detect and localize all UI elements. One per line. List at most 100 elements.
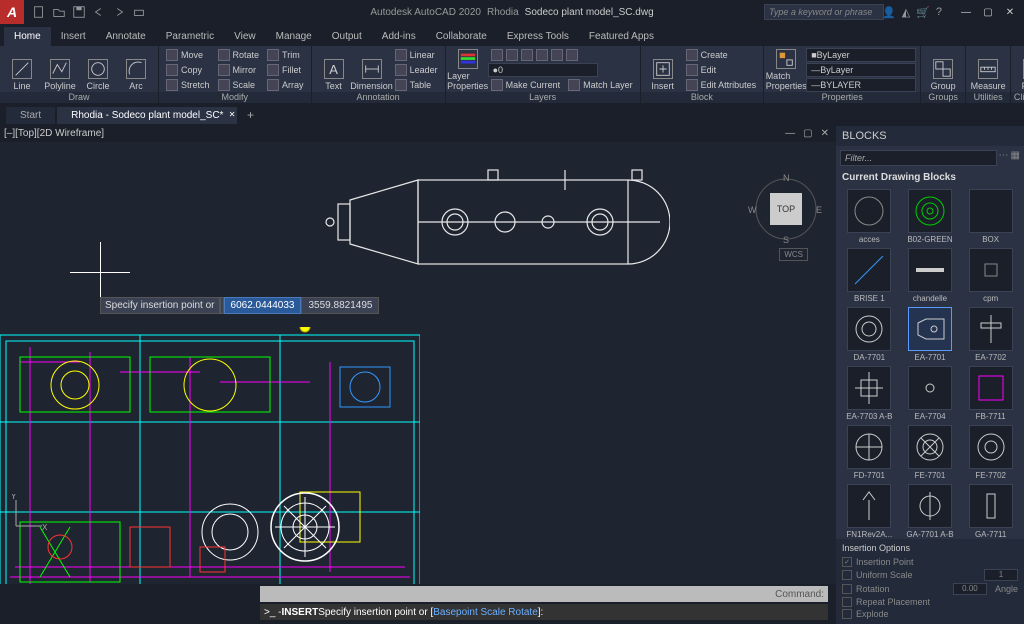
signin-icon[interactable]: 👤 xyxy=(882,6,896,19)
polyline-button[interactable]: Polyline xyxy=(42,49,78,91)
close-icon[interactable]: ✕ xyxy=(229,110,236,119)
dynamic-input-x[interactable]: 6062.0444033 xyxy=(224,297,302,314)
tab-output[interactable]: Output xyxy=(322,27,372,46)
autodesk-icon[interactable]: ◭ xyxy=(902,6,910,19)
print-icon[interactable] xyxy=(132,5,146,19)
maximize-button[interactable]: ▢ xyxy=(978,4,998,20)
tab-expresstools[interactable]: Express Tools xyxy=(497,27,579,46)
block-item[interactable]: EA-7704 xyxy=(901,366,960,421)
option-value[interactable]: 0.00 xyxy=(953,583,987,595)
make-current-button[interactable]: Make Current xyxy=(488,78,564,92)
color-dropdown[interactable]: ■ ByLayer xyxy=(806,48,916,62)
checkbox-icon[interactable]: ✓ xyxy=(842,557,852,567)
file-tab-start[interactable]: Start xyxy=(6,107,55,124)
checkbox-icon[interactable] xyxy=(842,584,852,594)
move-button[interactable]: Move xyxy=(163,48,213,62)
block-item[interactable]: FB-7711 xyxy=(961,366,1020,421)
block-item[interactable]: BRISE 1 xyxy=(840,248,899,303)
help-icon[interactable]: ? xyxy=(936,6,942,18)
circle-button[interactable]: Circle xyxy=(80,49,116,91)
layer-properties-button[interactable]: Layer Properties xyxy=(450,49,486,91)
option-row[interactable]: Explode xyxy=(842,608,1018,620)
option-row[interactable]: Rotation0.00Angle xyxy=(842,582,1018,596)
fillet-button[interactable]: Fillet xyxy=(264,63,307,77)
filter-options-icon[interactable]: ⋯ xyxy=(999,150,1009,166)
vp-min-icon[interactable]: — xyxy=(782,128,798,139)
edit-button[interactable]: Edit xyxy=(683,63,760,77)
block-item[interactable]: GA-7711 xyxy=(961,484,1020,539)
layer-icons-row[interactable] xyxy=(488,48,636,62)
paste-button[interactable]: Paste xyxy=(1015,49,1024,91)
block-item[interactable]: FN1Rev2A... xyxy=(840,484,899,539)
leader-button[interactable]: Leader xyxy=(392,63,441,77)
array-button[interactable]: Array xyxy=(264,78,307,92)
stretch-button[interactable]: Stretch xyxy=(163,78,213,92)
file-tab-document[interactable]: Rhodia - Sodeco plant model_SC*✕ xyxy=(57,107,237,124)
dynamic-input-y[interactable]: 3559.8821495 xyxy=(301,297,379,314)
tab-view[interactable]: View xyxy=(224,27,266,46)
tab-manage[interactable]: Manage xyxy=(266,27,322,46)
ucs-icon[interactable]: Y X xyxy=(8,494,48,534)
match-properties-button[interactable]: Match Properties xyxy=(768,49,804,91)
app-logo[interactable]: A xyxy=(0,0,24,24)
table-button[interactable]: Table xyxy=(392,78,441,92)
tab-featuredapps[interactable]: Featured Apps xyxy=(579,27,664,46)
viewcube-face[interactable]: TOP xyxy=(770,193,802,225)
tab-addins[interactable]: Add-ins xyxy=(372,27,426,46)
trim-button[interactable]: Trim xyxy=(264,48,307,62)
cmd-options[interactable]: Basepoint Scale Rotate xyxy=(433,607,538,618)
dimension-button[interactable]: Dimension xyxy=(354,49,390,91)
option-value[interactable]: 1 xyxy=(984,569,1018,581)
redo-icon[interactable] xyxy=(112,5,126,19)
vp-close-icon[interactable]: ✕ xyxy=(818,128,832,139)
tab-home[interactable]: Home xyxy=(4,27,51,46)
close-button[interactable]: ✕ xyxy=(1000,4,1020,20)
viewport-label[interactable]: [–][Top][2D Wireframe] xyxy=(4,128,104,139)
option-row[interactable]: ✓Insertion Point xyxy=(842,556,1018,568)
arc-button[interactable]: Arc xyxy=(118,49,154,91)
line-button[interactable]: Line xyxy=(4,49,40,91)
block-item[interactable]: acces xyxy=(840,189,899,244)
match-layer-button[interactable]: Match Layer xyxy=(565,78,636,92)
block-item[interactable]: FE-7702 xyxy=(961,425,1020,480)
new-icon[interactable] xyxy=(32,5,46,19)
insert-button[interactable]: Insert xyxy=(645,49,681,91)
block-item[interactable]: B02-GREEN xyxy=(901,189,960,244)
new-tab-button[interactable]: + xyxy=(239,108,261,122)
text-button[interactable]: AText xyxy=(316,49,352,91)
option-row[interactable]: Uniform Scale1 xyxy=(842,568,1018,582)
copy-button[interactable]: Copy xyxy=(163,63,213,77)
vp-max-icon[interactable]: ▢ xyxy=(800,128,815,139)
wcs-label[interactable]: WCS xyxy=(779,248,808,261)
block-item[interactable]: FD-7701 xyxy=(840,425,899,480)
linear-button[interactable]: Linear xyxy=(392,48,441,62)
create-button[interactable]: Create xyxy=(683,48,760,62)
save-icon[interactable] xyxy=(72,5,86,19)
view-cube[interactable]: TOP N E S W xyxy=(754,177,818,241)
block-item[interactable]: EA-7702 xyxy=(961,307,1020,362)
block-item[interactable]: cpm xyxy=(961,248,1020,303)
tab-parametric[interactable]: Parametric xyxy=(156,27,224,46)
filter-view-icon[interactable]: ▦ xyxy=(1011,150,1020,166)
layer-dropdown[interactable]: ● 0 xyxy=(488,63,598,77)
command-line[interactable]: >_ - INSERT Specify insertion point or [… xyxy=(260,604,828,620)
undo-icon[interactable] xyxy=(92,5,106,19)
checkbox-icon[interactable] xyxy=(842,609,852,619)
cart-icon[interactable]: 🛒 xyxy=(916,6,930,19)
mirror-button[interactable]: Mirror xyxy=(215,63,263,77)
group-button[interactable]: Group xyxy=(925,49,961,91)
tab-insert[interactable]: Insert xyxy=(51,27,96,46)
block-item[interactable]: FE-7701 xyxy=(901,425,960,480)
block-item[interactable]: EA-7701 xyxy=(901,307,960,362)
minimize-button[interactable]: — xyxy=(956,4,976,20)
checkbox-icon[interactable] xyxy=(842,570,852,580)
option-row[interactable]: Repeat Placement xyxy=(842,596,1018,608)
edit-attributes-button[interactable]: Edit Attributes xyxy=(683,78,760,92)
linetype-dropdown[interactable]: — BYLAYER xyxy=(806,78,916,92)
scale-button[interactable]: Scale xyxy=(215,78,263,92)
search-input[interactable]: Type a keyword or phrase xyxy=(764,4,884,20)
tab-annotate[interactable]: Annotate xyxy=(96,27,156,46)
block-item[interactable]: BOX xyxy=(961,189,1020,244)
canvas[interactable]: TOP N E S W WCS xyxy=(0,142,836,584)
block-item[interactable]: GA-7701 A-B xyxy=(901,484,960,539)
